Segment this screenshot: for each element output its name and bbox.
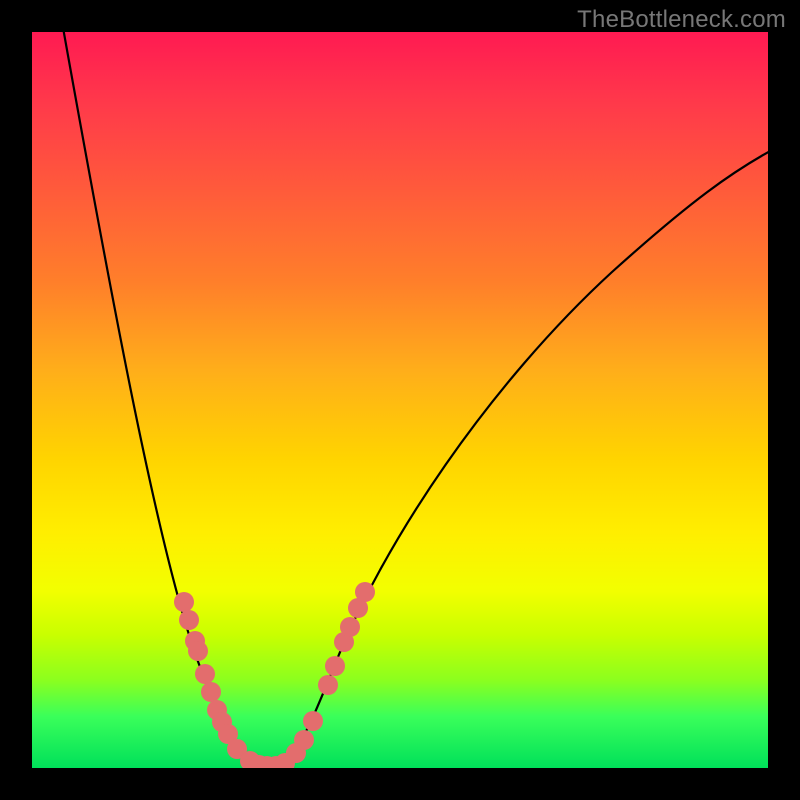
data-dot: [325, 656, 345, 676]
data-dot: [318, 675, 338, 695]
data-dot: [303, 711, 323, 731]
data-dot: [179, 610, 199, 630]
data-dot: [195, 664, 215, 684]
chart-svg: [32, 32, 768, 768]
curve-layer: [62, 32, 768, 766]
data-dot: [174, 592, 194, 612]
chart-frame: TheBottleneck.com: [0, 0, 800, 800]
data-dot: [201, 682, 221, 702]
data-dot: [188, 641, 208, 661]
data-dots: [174, 582, 375, 768]
data-dot: [294, 730, 314, 750]
plot-area: [32, 32, 768, 768]
data-dot: [340, 617, 360, 637]
watermark-label: TheBottleneck.com: [577, 6, 786, 34]
bottleneck-curve: [62, 32, 768, 766]
data-dot: [355, 582, 375, 602]
